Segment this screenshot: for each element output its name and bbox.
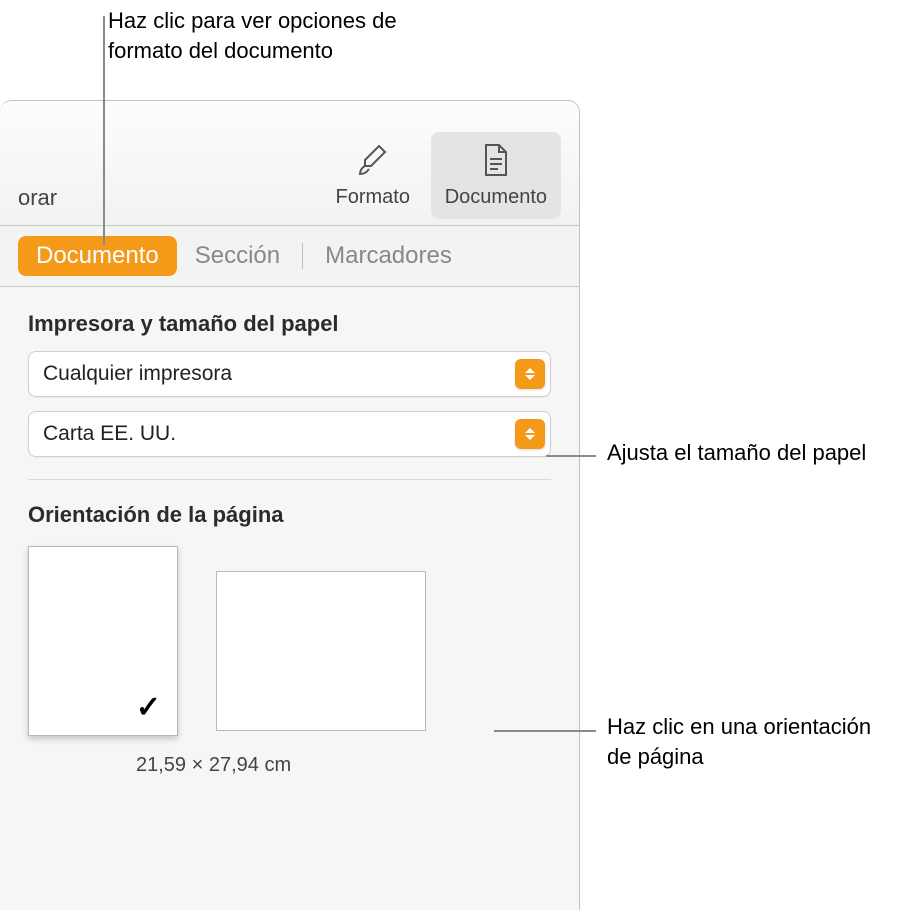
callout-line: [103, 16, 105, 246]
paper-value: Carta EE. UU.: [43, 422, 176, 446]
callout-text: Haz clic para ver opciones de formato de…: [108, 8, 397, 63]
orientation-portrait[interactable]: ✓: [28, 546, 178, 736]
inspector-panel: orar Formato: [0, 100, 580, 910]
document-icon: [476, 140, 516, 180]
format-button[interactable]: Formato: [315, 132, 431, 219]
orientation-options: ✓: [28, 546, 551, 736]
divider: [28, 479, 551, 480]
printer-value: Cualquier impresora: [43, 362, 232, 386]
tab-bar: Documento Sección Marcadores: [0, 226, 579, 286]
tab-section[interactable]: Sección: [177, 236, 298, 276]
toolbar-left-fragment: orar: [18, 125, 57, 211]
callout-text: Haz clic en una orientación de página: [607, 714, 871, 769]
toolbar-right-group: Formato Documento: [315, 118, 561, 219]
orientation-landscape[interactable]: [216, 571, 426, 731]
content-area: Impresora y tamaño del papel Cualquier i…: [0, 287, 579, 801]
printer-section-title: Impresora y tamaño del papel: [28, 311, 551, 337]
tab-divider: [302, 243, 303, 269]
callout-document-options: Haz clic para ver opciones de formato de…: [108, 6, 438, 65]
document-label: Documento: [445, 186, 547, 209]
tab-markers[interactable]: Marcadores: [307, 236, 470, 276]
brush-icon: [353, 140, 393, 180]
format-label: Formato: [335, 186, 409, 209]
callout-orientation: Haz clic en una orientación de página: [607, 712, 887, 771]
tab-document[interactable]: Documento: [18, 236, 177, 276]
callout-line: [546, 455, 596, 457]
callout-text: Ajusta el tamaño del papel: [607, 440, 866, 465]
document-button[interactable]: Documento: [431, 132, 561, 219]
orientation-section-title: Orientación de la página: [28, 502, 551, 528]
check-icon: ✓: [136, 690, 161, 725]
printer-select[interactable]: Cualquier impresora: [28, 351, 551, 397]
page-dimensions: 21,59 × 27,94 cm: [136, 754, 551, 777]
toolbar: orar Formato: [0, 101, 579, 225]
callout-line: [494, 730, 596, 732]
updown-icon: [515, 359, 545, 389]
updown-icon: [515, 419, 545, 449]
paper-size-select[interactable]: Carta EE. UU.: [28, 411, 551, 457]
callout-paper-size: Ajusta el tamaño del papel: [607, 438, 867, 468]
